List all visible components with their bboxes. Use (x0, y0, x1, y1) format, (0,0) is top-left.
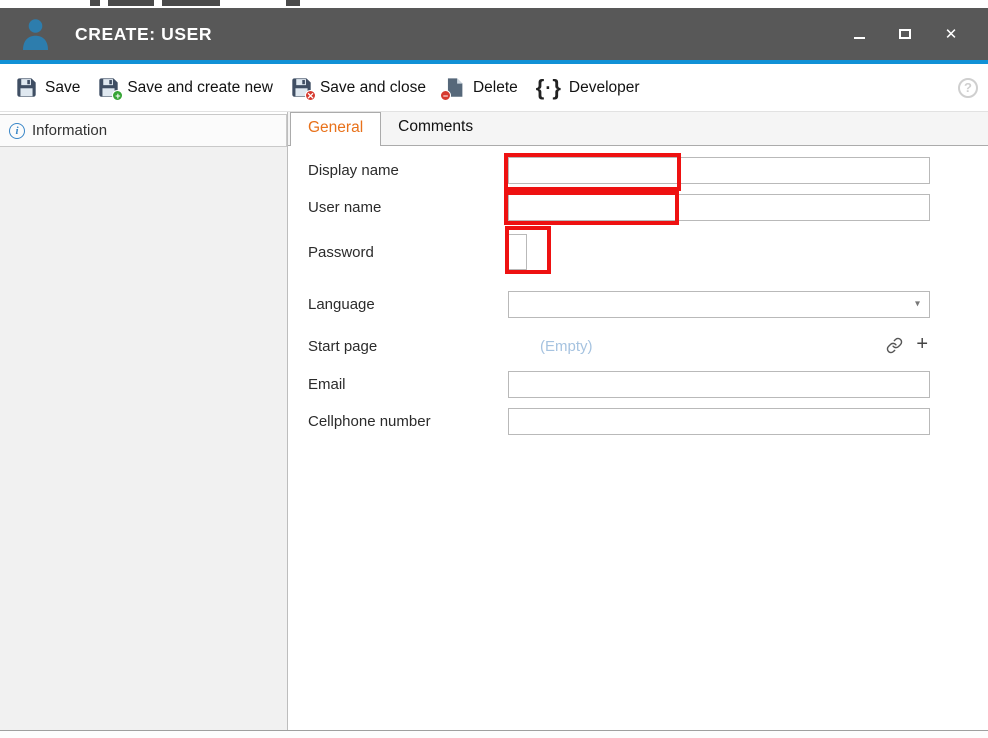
tab-strip: General Comments (288, 112, 988, 146)
sidebar-item-information[interactable]: i Information (0, 114, 287, 147)
close-icon: ✕ (945, 25, 958, 43)
tab-comments[interactable]: Comments (381, 112, 490, 145)
delete-label: Delete (473, 79, 518, 97)
clipped-text-fragment (162, 0, 220, 6)
save-and-close-label: Save and close (320, 79, 426, 97)
window-bottom-edge (0, 730, 988, 738)
maximize-icon (899, 29, 911, 39)
link-icon[interactable] (886, 337, 903, 359)
cellphone-label: Cellphone number (308, 413, 508, 430)
save-and-close-button[interactable]: ✕ Save and close (283, 71, 436, 104)
developer-button[interactable]: { · } Developer (528, 72, 650, 104)
help-button[interactable]: ? (958, 78, 978, 98)
toolbar: Save + Save and create new (0, 64, 988, 112)
plus-badge-icon: + (112, 90, 123, 101)
save-create-new-icon: + (98, 77, 119, 98)
save-and-create-new-button[interactable]: + Save and create new (90, 71, 283, 104)
display-name-input[interactable] (508, 157, 930, 184)
user-name-label: User name (308, 199, 508, 216)
password-input[interactable] (508, 234, 527, 270)
info-icon: i (9, 123, 25, 139)
developer-label: Developer (569, 79, 640, 97)
start-page-empty-value[interactable]: (Empty) (540, 338, 593, 355)
email-input[interactable] (508, 371, 930, 398)
window-controls: ✕ (836, 8, 974, 60)
create-user-window: CREATE: USER ✕ Save (0, 0, 988, 738)
user-name-input[interactable] (508, 194, 930, 221)
user-person-icon (22, 18, 49, 50)
help-icon: ? (964, 80, 972, 95)
save-close-icon: ✕ (291, 77, 312, 98)
language-dropdown[interactable]: ▾ (508, 291, 930, 318)
password-label: Password (308, 244, 508, 261)
close-button[interactable]: ✕ (928, 8, 974, 60)
language-row: Language ▾ (308, 290, 930, 318)
language-label: Language (308, 296, 508, 313)
left-panel-body (0, 147, 287, 730)
add-start-page-icon[interactable]: + (916, 333, 928, 356)
display-name-label: Display name (308, 162, 508, 179)
tab-general[interactable]: General (290, 112, 381, 146)
developer-braces-icon: { · } (536, 78, 561, 98)
general-tab-content: Display name User name Password Language… (288, 146, 988, 730)
maximize-button[interactable] (882, 8, 928, 60)
cellphone-input[interactable] (508, 408, 930, 435)
start-page-label: Start page (308, 338, 508, 355)
clipped-text-fragment (108, 0, 154, 6)
delete-button[interactable]: − Delete (436, 71, 528, 104)
brace-dot: · (545, 78, 551, 98)
user-name-row: User name (308, 193, 930, 221)
window-title: CREATE: USER (75, 24, 212, 45)
cellphone-row: Cellphone number (308, 407, 930, 435)
save-and-create-new-label: Save and create new (127, 79, 273, 97)
save-button[interactable]: Save (8, 71, 90, 104)
start-page-field: (Empty) + (508, 332, 930, 360)
minus-badge-icon: − (440, 90, 451, 101)
save-label: Save (45, 79, 80, 97)
delete-icon: − (444, 77, 465, 98)
background-window-clip (0, 0, 988, 8)
minimize-button[interactable] (836, 8, 882, 60)
left-panel: i Information (0, 112, 288, 730)
titlebar: CREATE: USER ✕ (0, 8, 988, 60)
brace-open: { (536, 78, 545, 98)
display-name-row: Display name (308, 156, 930, 184)
chevron-down-icon: ▾ (915, 299, 920, 310)
clipped-text-fragment (90, 0, 100, 6)
password-row: Password (308, 227, 527, 277)
start-page-row: Start page (Empty) + (308, 332, 930, 360)
minimize-icon (854, 37, 865, 39)
clipped-text-fragment (286, 0, 300, 6)
right-panel: General Comments Display name User name … (288, 112, 988, 730)
brace-close: } (552, 78, 561, 98)
email-label: Email (308, 376, 508, 393)
close-badge-icon: ✕ (305, 90, 316, 101)
save-icon (16, 77, 37, 98)
information-tab-label: Information (32, 122, 107, 139)
email-row: Email (308, 370, 930, 398)
